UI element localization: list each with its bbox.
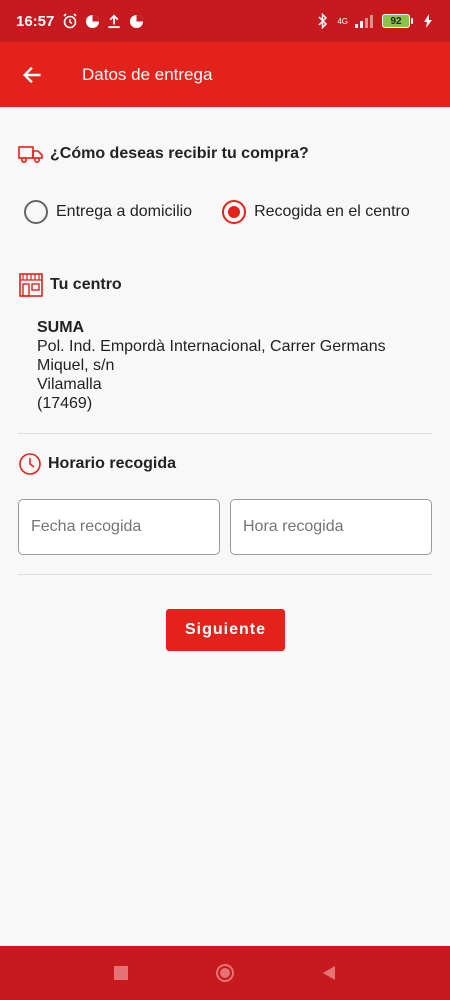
center-heading-label: Tu centro bbox=[50, 276, 122, 293]
page-title: Datos de entrega bbox=[82, 64, 213, 84]
store-icon bbox=[19, 273, 43, 297]
pickup-time-input[interactable] bbox=[230, 499, 432, 555]
radio-store-pickup-label: Recogida en el centro bbox=[254, 203, 410, 220]
battery-icon: 92 bbox=[382, 14, 413, 28]
divider bbox=[18, 574, 432, 575]
square-icon bbox=[114, 966, 128, 980]
center-heading: Tu centro bbox=[18, 272, 122, 298]
center-postal-code: (17469) bbox=[37, 395, 93, 412]
divider bbox=[18, 433, 432, 434]
pickup-heading: Horario recogida bbox=[18, 452, 176, 476]
signal-icon bbox=[354, 13, 376, 29]
center-info: SUMA Pol. Ind. Empordà Internacional, Ca… bbox=[37, 318, 417, 413]
radio-store-pickup-circle[interactable] bbox=[222, 200, 247, 224]
network-type: 4G bbox=[337, 16, 348, 26]
center-city: Vilamalla bbox=[37, 376, 102, 393]
center-address-line2: Miquel, s/n bbox=[37, 357, 115, 374]
radio-home-delivery-circle[interactable] bbox=[24, 200, 48, 224]
clock-icon bbox=[19, 453, 41, 475]
pickup-date-input[interactable] bbox=[18, 499, 220, 555]
center-name: SUMA bbox=[37, 319, 85, 336]
upload-icon bbox=[106, 13, 122, 29]
app-notification-icon bbox=[84, 13, 100, 29]
alarm-icon bbox=[62, 13, 78, 29]
circle-icon bbox=[216, 964, 234, 982]
app-notification-icon-2 bbox=[128, 13, 144, 29]
radio-store-pickup[interactable]: Recogida en el centro bbox=[222, 200, 410, 224]
truck-icon bbox=[18, 146, 43, 164]
status-time: 16:57 bbox=[16, 12, 55, 30]
pickup-heading-label: Horario recogida bbox=[48, 455, 177, 472]
home-button[interactable] bbox=[213, 961, 237, 985]
charging-icon bbox=[420, 13, 436, 29]
arrow-back-icon bbox=[22, 66, 41, 83]
radio-home-delivery[interactable]: Entrega a domicilio bbox=[24, 200, 192, 224]
back-button[interactable] bbox=[0, 42, 64, 107]
delivery-question: ¿Cómo deseas recibir tu compra? bbox=[50, 145, 309, 162]
delivery-options: Entrega a domicilio Recogida en el centr… bbox=[24, 200, 410, 224]
delivery-question-heading: ¿Cómo deseas recibir tu compra? bbox=[18, 144, 309, 164]
system-nav-bar bbox=[0, 946, 450, 1000]
back-nav-button[interactable] bbox=[317, 961, 341, 985]
triangle-back-icon bbox=[323, 966, 335, 980]
battery-level: 92 bbox=[390, 15, 402, 27]
radio-home-delivery-label: Entrega a domicilio bbox=[56, 203, 193, 220]
center-address-line1: Pol. Ind. Empordà Internacional, Carrer … bbox=[37, 338, 386, 355]
bluetooth-icon bbox=[315, 13, 331, 29]
next-button[interactable]: Siguiente bbox=[166, 609, 285, 651]
status-bar: 16:57 4G 92 bbox=[0, 0, 450, 42]
app-bar: Datos de entrega bbox=[0, 42, 450, 107]
recents-button[interactable] bbox=[109, 961, 133, 985]
